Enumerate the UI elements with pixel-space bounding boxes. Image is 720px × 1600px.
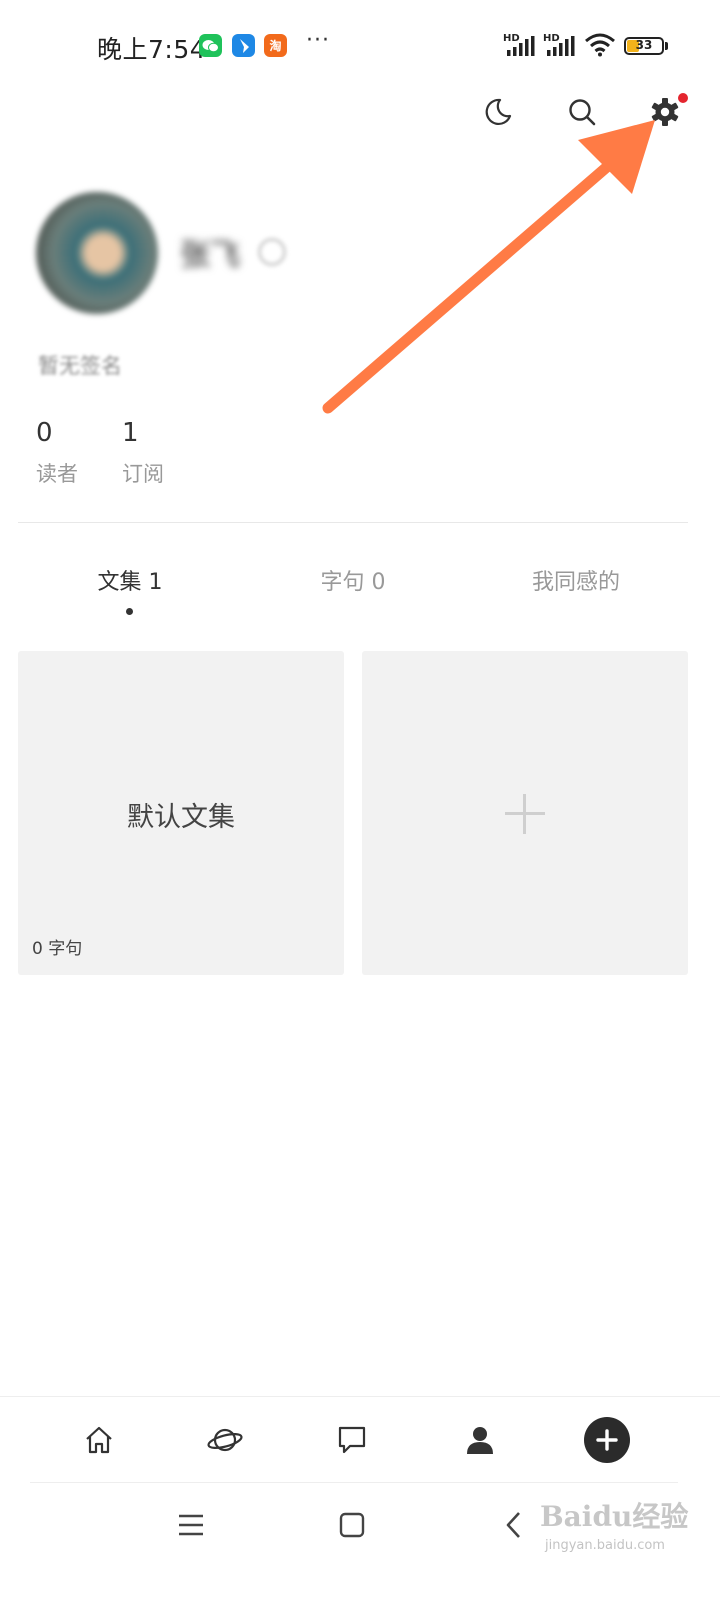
profile-divider bbox=[18, 522, 688, 523]
search-icon[interactable] bbox=[562, 92, 602, 132]
add-icon bbox=[596, 1429, 618, 1451]
user-badge-icon bbox=[258, 238, 286, 266]
back-icon[interactable] bbox=[494, 1505, 534, 1545]
bird-app-icon bbox=[232, 34, 255, 57]
collection-title: 默认文集 bbox=[127, 802, 235, 833]
signature[interactable]: 暂无签名 bbox=[38, 350, 122, 380]
battery-level: 33 bbox=[635, 38, 653, 52]
tab-resonated[interactable]: 我同感的 bbox=[476, 564, 676, 596]
home-icon[interactable] bbox=[77, 1418, 121, 1462]
settings-badge bbox=[678, 93, 688, 103]
active-tab-indicator bbox=[126, 608, 133, 615]
collection-card[interactable]: 默认文集 0 字句 bbox=[18, 651, 344, 975]
wechat-icon bbox=[199, 34, 222, 57]
message-icon[interactable] bbox=[330, 1418, 374, 1462]
username[interactable]: 张飞 bbox=[180, 230, 240, 274]
taobao-icon: 淘 bbox=[264, 34, 287, 57]
bottom-nav-divider bbox=[0, 1396, 720, 1397]
planet-icon[interactable] bbox=[203, 1418, 247, 1462]
readers-label[interactable]: 读者 bbox=[36, 458, 78, 488]
signal-icon bbox=[507, 36, 535, 56]
wifi-icon bbox=[585, 33, 615, 57]
plus-icon-vertical bbox=[523, 794, 526, 834]
tab-collections[interactable]: 文集 1 bbox=[30, 564, 230, 596]
collection-count: 0 字句 bbox=[32, 939, 83, 959]
signal-icon-2 bbox=[547, 36, 575, 56]
moon-icon[interactable] bbox=[478, 92, 518, 132]
avatar[interactable] bbox=[36, 192, 158, 314]
watermark-logo: Baidu经验 bbox=[540, 1500, 689, 1533]
status-more: ··· bbox=[306, 28, 330, 53]
subscriptions-count[interactable]: 1 bbox=[122, 418, 139, 448]
tab-sentences[interactable]: 字句 0 bbox=[253, 564, 453, 596]
system-nav-divider bbox=[30, 1482, 678, 1483]
menu-icon[interactable] bbox=[171, 1505, 211, 1545]
watermark-url: jingyan.baidu.com bbox=[545, 1538, 665, 1553]
subscriptions-label[interactable]: 订阅 bbox=[122, 458, 164, 488]
home-square-icon[interactable] bbox=[332, 1505, 372, 1545]
add-collection-card[interactable] bbox=[362, 651, 688, 975]
add-button[interactable] bbox=[584, 1417, 630, 1463]
battery-tip bbox=[665, 42, 668, 50]
battery-icon: 33 bbox=[624, 37, 664, 55]
readers-count[interactable]: 0 bbox=[36, 418, 53, 448]
profile-icon[interactable] bbox=[458, 1418, 502, 1462]
status-time: 晚上7:54 bbox=[97, 35, 207, 64]
